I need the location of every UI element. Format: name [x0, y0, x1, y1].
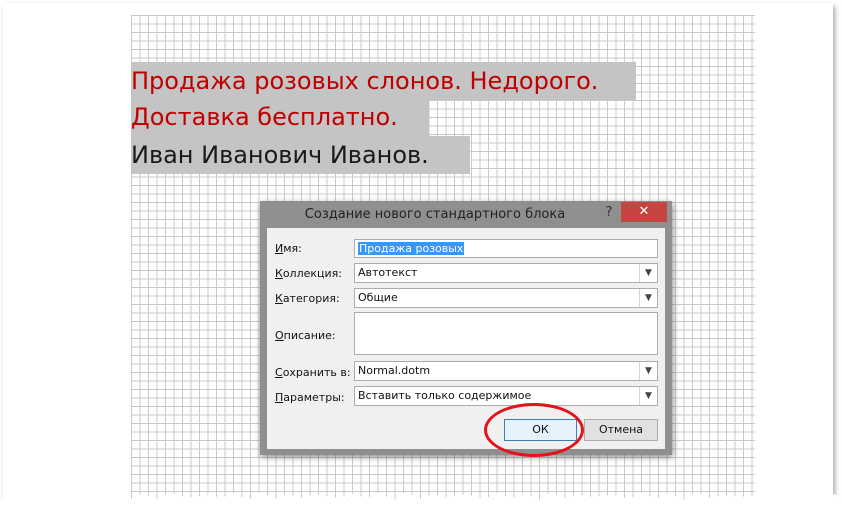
- document-line-3[interactable]: Иван Иванович Иванов.: [131, 136, 470, 174]
- save-in-label: Сохранить в:: [275, 366, 351, 379]
- save-in-dropdown[interactable]: Normal.dotm ▼: [354, 361, 658, 381]
- category-label: Категория:: [275, 292, 340, 305]
- name-field-value: Продажа розовых: [358, 242, 465, 255]
- document-line-2[interactable]: Доставка бесплатно.: [131, 98, 429, 136]
- gallery-dropdown[interactable]: Автотекст ▼: [354, 263, 658, 283]
- name-field[interactable]: Продажа розовых: [354, 239, 658, 258]
- document-line-1[interactable]: Продажа розовых слонов. Недорого.: [131, 62, 636, 100]
- torn-edge: [0, 492, 842, 526]
- dialog-title: Создание нового стандартного блока: [304, 207, 566, 222]
- dialog-titlebar[interactable]: Создание нового стандартного блока ? ✕: [260, 201, 672, 227]
- create-building-block-dialog: Создание нового стандартного блока ? ✕ И…: [260, 201, 672, 455]
- close-button[interactable]: ✕: [621, 202, 667, 222]
- chevron-down-icon[interactable]: ▼: [639, 289, 657, 307]
- highlight-ring: [484, 403, 584, 457]
- save-in-value: Normal.dotm: [358, 364, 431, 377]
- help-button[interactable]: ?: [600, 204, 618, 222]
- description-label: Описание:: [275, 329, 336, 342]
- options-value: Вставить только содержимое: [358, 389, 532, 402]
- cancel-button[interactable]: Отмена: [584, 419, 658, 441]
- chevron-down-icon[interactable]: ▼: [639, 387, 657, 405]
- category-value: Общие: [358, 291, 398, 304]
- category-dropdown[interactable]: Общие ▼: [354, 288, 658, 308]
- gallery-label: Коллекция:: [275, 267, 342, 280]
- name-label: Имя:: [275, 242, 302, 255]
- gallery-value: Автотекст: [358, 266, 418, 279]
- chevron-down-icon[interactable]: ▼: [639, 264, 657, 282]
- options-dropdown[interactable]: Вставить только содержимое ▼: [354, 386, 658, 406]
- close-icon: ✕: [638, 204, 650, 219]
- dialog-body: Имя: Продажа розовых Коллекция: Автотекс…: [267, 228, 665, 449]
- options-label: Параметры:: [275, 391, 345, 404]
- description-field[interactable]: [354, 312, 658, 355]
- chevron-down-icon[interactable]: ▼: [639, 362, 657, 380]
